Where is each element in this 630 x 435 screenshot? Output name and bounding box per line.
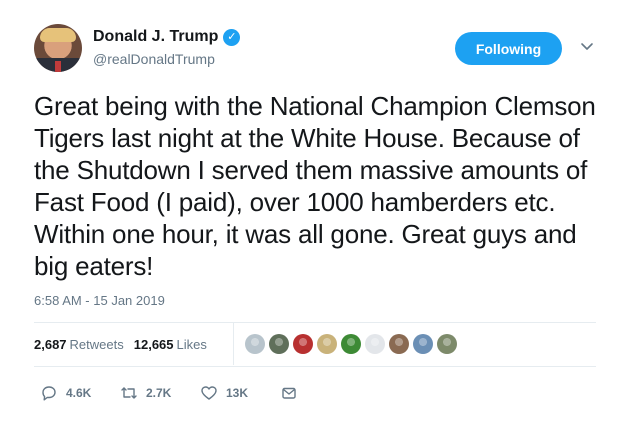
divider [34,366,596,367]
like-button[interactable]: 13K [200,384,280,402]
user-handle[interactable]: @realDonaldTrump [93,51,215,67]
liker-avatar[interactable] [293,334,313,354]
likes-stat[interactable]: 12,665 Likes [134,337,207,352]
liker-avatars [245,334,461,354]
liker-avatar[interactable] [437,334,457,354]
likes-count: 12,665 [133,337,174,352]
retweet-button[interactable]: 2.7K [120,384,200,402]
envelope-icon [282,387,296,399]
avatar[interactable] [34,24,82,72]
stats-separator [233,323,234,365]
user-display-name[interactable]: Donald J. Trump [93,28,218,46]
avatar-tie [55,61,61,72]
liker-avatar[interactable] [389,334,409,354]
divider [34,322,596,323]
liker-avatar[interactable] [413,334,433,354]
verified-badge-icon: ✓ [223,28,241,46]
tweet-timestamp[interactable]: 6:58 AM - 15 Jan 2019 [34,293,165,308]
reply-button[interactable]: 4.6K [40,384,120,402]
tweet-card: Donald J. Trump ✓ @realDonaldTrump Follo… [0,0,630,435]
chevron-down-icon[interactable] [580,39,594,53]
following-button[interactable]: Following [455,32,562,65]
retweets-count: 2,687 [34,337,67,352]
liker-avatar[interactable] [269,334,289,354]
heart-icon [201,386,217,400]
reply-icon [42,386,56,401]
retweet-icon [121,387,137,399]
retweet-count: 2.7K [146,386,172,400]
tweet-text: Great being with the National Champion C… [34,91,596,281]
like-count: 13K [226,386,249,400]
retweets-stat[interactable]: 2,687 Retweets [34,337,124,352]
retweets-label: Retweets [69,337,124,352]
likes-label: Likes [176,337,207,352]
reply-count: 4.6K [66,386,92,400]
tweet-actions: 4.6K 2.7K 13K [40,384,298,402]
engagement-stats: 2,687 Retweets 12,665 Likes [34,337,207,352]
direct-message-button[interactable] [280,384,298,402]
name-row: Donald J. Trump ✓ [93,28,241,46]
avatar-hair [40,28,76,42]
liker-avatar[interactable] [341,334,361,354]
liker-avatar[interactable] [317,334,337,354]
liker-avatar[interactable] [245,334,265,354]
liker-avatar[interactable] [365,334,385,354]
